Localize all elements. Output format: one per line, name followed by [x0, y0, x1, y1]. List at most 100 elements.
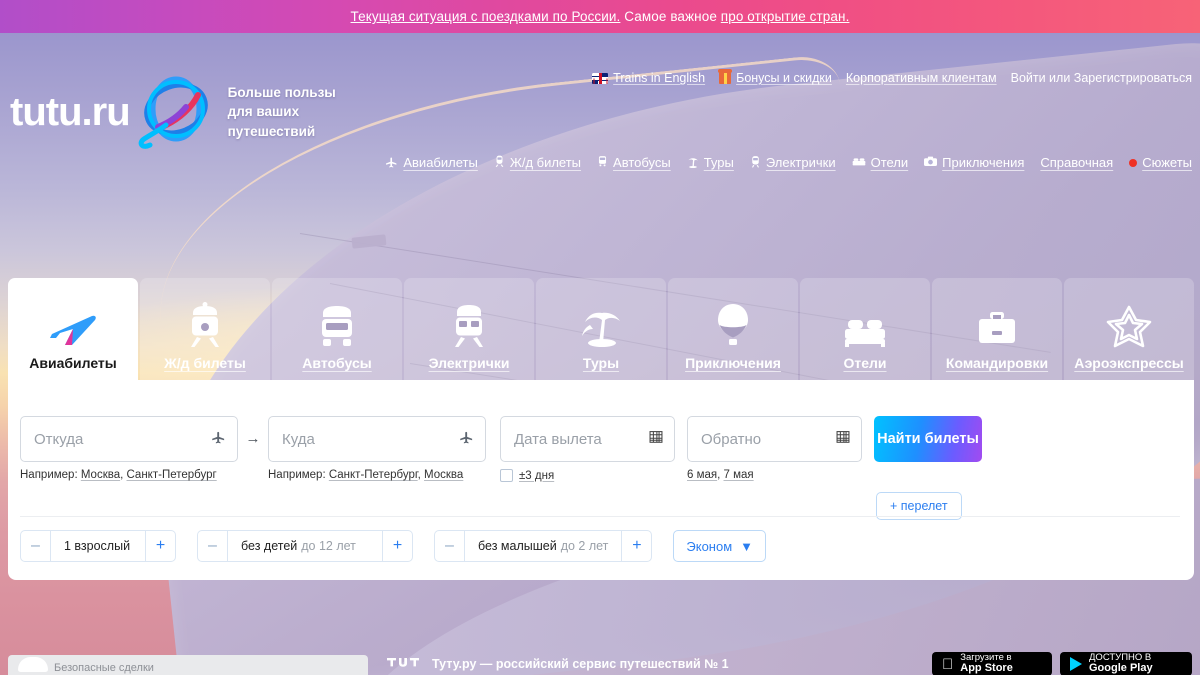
- children-decrement-button[interactable]: –: [197, 530, 227, 562]
- promo-link-russia[interactable]: Текущая ситуация с поездками по России.: [351, 9, 621, 24]
- plane-icon: [385, 155, 398, 170]
- gift-icon: [718, 69, 733, 84]
- adults-stepper: – 1 взрослый +: [20, 530, 176, 562]
- flex-dates-checkbox[interactable]: [500, 469, 513, 482]
- depart-column: Дата вылета ±3 дня: [500, 416, 675, 482]
- quick-date-1[interactable]: 6 мая: [687, 469, 717, 481]
- logo-wordmark[interactable]: tutu.ru: [10, 92, 131, 132]
- tagline-line-1: Больше пользы: [227, 85, 336, 101]
- to-input[interactable]: Куда: [268, 416, 486, 462]
- plane-icon: [48, 297, 98, 349]
- return-date-input[interactable]: Обратно: [687, 416, 862, 462]
- search-row: Откуда Например: Москва, Санкт-Петербург…: [20, 416, 982, 482]
- app-store-badge[interactable]:  Загрузите в App Store: [932, 652, 1052, 675]
- flex-dates-label: ±3 дня: [519, 469, 555, 482]
- babies-decrement-button[interactable]: –: [434, 530, 464, 562]
- apple-icon: : [942, 656, 953, 673]
- nav-trains-in-english[interactable]: Trains in English: [592, 71, 705, 85]
- tab-tours[interactable]: Туры: [536, 278, 666, 380]
- tab-avia[interactable]: Авиабилеты: [8, 278, 138, 380]
- nav-avia[interactable]: Авиабилеты: [385, 155, 478, 170]
- logo-block[interactable]: tutu.ru Больше пользы для ваших путешест…: [10, 73, 336, 151]
- from-input[interactable]: Откуда: [20, 416, 238, 462]
- to-hint-city-2[interactable]: Москва: [424, 469, 463, 481]
- adults-decrement-button[interactable]: –: [20, 530, 50, 562]
- train-icon: [188, 297, 222, 349]
- promo-link-countries[interactable]: про открытие стран.: [721, 9, 850, 24]
- from-hint: Например: Москва, Санкт-Петербург: [20, 469, 238, 481]
- adults-increment-button[interactable]: +: [146, 530, 176, 562]
- app-store-line-2: App Store: [949, 662, 1013, 675]
- nav-adventures[interactable]: Приключения: [924, 155, 1024, 170]
- balloon-icon: [714, 297, 752, 349]
- tab-suburban[interactable]: Электрички: [404, 278, 534, 380]
- nav-help[interactable]: Справочная: [1040, 155, 1113, 170]
- promo-banner: Текущая ситуация с поездками по России. …: [0, 0, 1200, 33]
- flex-dates-row[interactable]: ±3 дня: [500, 469, 675, 482]
- from-input-placeholder: Откуда: [34, 430, 84, 448]
- briefcase-icon: [976, 297, 1018, 349]
- adults-value[interactable]: 1 взрослый: [50, 530, 146, 562]
- bed-icon: [852, 156, 866, 169]
- nav-hotels[interactable]: Отели: [852, 155, 908, 170]
- nav-login-register-label: Войти или Зарегистрироваться: [1010, 71, 1192, 85]
- suburban-train-icon: [750, 155, 761, 170]
- train-icon: [494, 155, 505, 170]
- search-submit-button[interactable]: Найти билеты: [874, 416, 982, 462]
- calendar-icon[interactable]: [836, 430, 850, 449]
- quick-date-2[interactable]: 7 мая: [724, 469, 754, 481]
- tab-aeroexpress-label: Аэроэкспрессы: [1074, 355, 1184, 371]
- depart-date-placeholder: Дата вылета: [514, 430, 602, 448]
- to-hint-prefix: Например:: [268, 469, 329, 481]
- from-hint-prefix: Например:: [20, 469, 81, 481]
- primary-nav: Авиабилеты Ж/д билеты Автобусы Туры Элек…: [385, 155, 1192, 170]
- nav-help-label: Справочная: [1040, 155, 1114, 170]
- tab-tours-label: Туры: [582, 355, 620, 371]
- from-hint-city-1[interactable]: Москва: [81, 469, 120, 481]
- tab-bus[interactable]: Автобусы: [272, 278, 402, 380]
- cabin-class-dropdown[interactable]: Эконом ▼: [673, 530, 767, 562]
- camera-icon: [924, 156, 938, 169]
- nav-trains-in-english-label: Trains in English: [613, 71, 706, 85]
- calendar-icon[interactable]: [649, 430, 663, 449]
- tab-aeroexpress[interactable]: Аэроэкспрессы: [1064, 278, 1194, 380]
- footer-brand-text: Туту.ру — российский сервис путешествий …: [432, 656, 729, 671]
- cabin-class-label: Эконом: [686, 538, 733, 554]
- safe-deals-card[interactable]: Безопасные сделки: [8, 655, 368, 675]
- nav-corporate[interactable]: Корпоративным клиентам: [846, 71, 997, 85]
- to-input-placeholder: Куда: [282, 430, 315, 448]
- passengers-row: – 1 взрослый + – без детей до 12 лет + – …: [20, 530, 767, 562]
- from-column: Откуда Например: Москва, Санкт-Петербург: [20, 416, 238, 481]
- nav-tours[interactable]: Туры: [687, 155, 734, 170]
- to-hint: Например: Санкт-Петербург, Москва: [268, 469, 486, 481]
- nav-stories[interactable]: Сюжеты: [1129, 155, 1192, 170]
- bed-icon: [842, 297, 888, 349]
- nav-bus[interactable]: Автобусы: [597, 155, 671, 170]
- babies-increment-button[interactable]: +: [622, 530, 653, 562]
- return-column: Обратно 6 мая, 7 мая: [687, 416, 862, 481]
- children-increment-button[interactable]: +: [383, 530, 413, 562]
- nav-login-register[interactable]: Войти или Зарегистрироваться: [1011, 71, 1192, 85]
- tab-suburban-label: Электрички: [428, 355, 510, 371]
- babies-value[interactable]: без малышей до 2 лет: [464, 530, 623, 562]
- adults-value-text: 1 взрослый: [64, 539, 131, 553]
- footer-brand-line: Туту.ру — российский сервис путешествий …: [385, 656, 729, 671]
- nav-corporate-label: Корпоративным клиентам: [845, 71, 997, 85]
- tab-rail[interactable]: Ж/д билеты: [140, 278, 270, 380]
- tab-adventures[interactable]: Приключения: [668, 278, 798, 380]
- tab-business-trips[interactable]: Командировки: [932, 278, 1062, 380]
- tab-business-trips-label: Командировки: [945, 355, 1049, 371]
- google-play-badge[interactable]: ДОСТУПНО В Google Play: [1060, 652, 1192, 675]
- nav-bonuses[interactable]: Бонусы и скидки: [718, 69, 832, 85]
- red-dot-icon: [1129, 158, 1138, 167]
- nav-avia-label: Авиабилеты: [403, 155, 478, 170]
- nav-rail[interactable]: Ж/д билеты: [494, 155, 581, 170]
- nav-suburban[interactable]: Электрички: [750, 155, 836, 170]
- tab-bus-label: Автобусы: [302, 355, 372, 371]
- depart-date-input[interactable]: Дата вылета: [500, 416, 675, 462]
- from-hint-city-2[interactable]: Санкт-Петербург: [127, 469, 217, 481]
- children-value[interactable]: без детей до 12 лет: [227, 530, 383, 562]
- nav-suburban-label: Электрички: [765, 155, 836, 170]
- to-hint-city-1[interactable]: Санкт-Петербург: [329, 469, 418, 481]
- tab-hotels[interactable]: Отели: [800, 278, 930, 380]
